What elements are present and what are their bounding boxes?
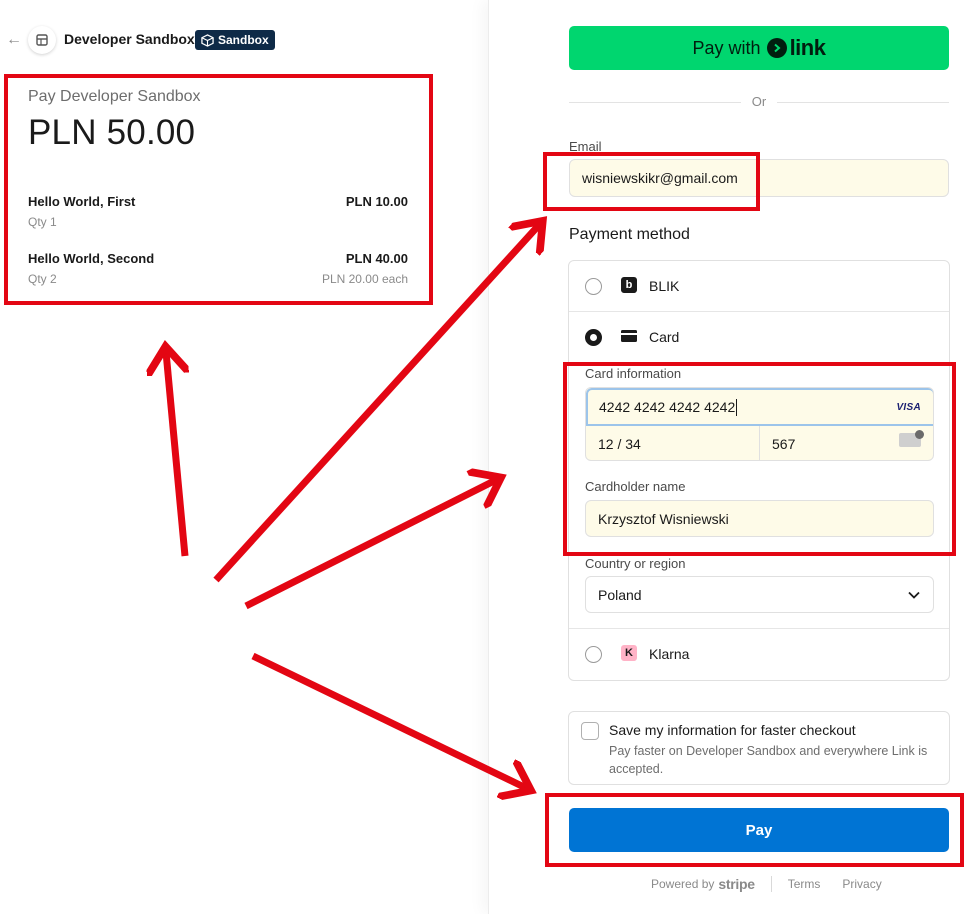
line-item-unit-price: PLN 20.00 each bbox=[321, 272, 408, 286]
email-field[interactable]: wisniewskikr@gmail.com bbox=[569, 159, 949, 197]
back-arrow-icon[interactable]: ← bbox=[6, 30, 22, 50]
line-item-name: Hello World, First bbox=[28, 194, 136, 209]
payment-option-blik[interactable]: b BLIK bbox=[569, 261, 949, 311]
klarna-radio[interactable] bbox=[585, 646, 602, 663]
pay-with-link-button[interactable]: Pay with link bbox=[569, 26, 949, 70]
save-info-checkbox[interactable] bbox=[581, 722, 599, 740]
klarna-label: Klarna bbox=[649, 646, 690, 662]
save-info-title: Save my information for faster checkout bbox=[609, 722, 856, 738]
line-item-name: Hello World, Second bbox=[28, 251, 155, 266]
card-number-value: 4242 4242 4242 4242 bbox=[599, 399, 736, 415]
merchant-name: Developer Sandbox bbox=[64, 31, 195, 47]
line-item: Hello World, Second PLN 40.00 Qty 2 PLN … bbox=[28, 251, 408, 291]
save-info-box: Save my information for faster checkout … bbox=[568, 711, 950, 785]
email-label: Email bbox=[569, 139, 602, 154]
stripe-logo: stripe bbox=[718, 876, 755, 892]
pay-button[interactable]: Pay bbox=[569, 808, 949, 852]
line-item-price: PLN 40.00 bbox=[345, 251, 408, 266]
pay-merchant-label: Pay Developer Sandbox bbox=[28, 88, 201, 105]
country-value: Poland bbox=[598, 586, 642, 603]
or-divider: Or bbox=[569, 92, 949, 112]
sandbox-badge-label: Sandbox bbox=[218, 33, 269, 47]
card-label: Card bbox=[649, 329, 680, 345]
link-brand-text: link bbox=[789, 35, 826, 60]
card-cvc-field[interactable]: 567 bbox=[760, 426, 933, 460]
sandbox-cube-icon bbox=[201, 33, 214, 47]
order-summary-pane: ← Developer Sandbox Sandbox Pay Develope… bbox=[0, 0, 488, 914]
blik-radio[interactable] bbox=[585, 278, 602, 295]
country-label: Country or region bbox=[585, 556, 686, 571]
blik-label: BLIK bbox=[649, 278, 680, 294]
store-icon bbox=[36, 34, 48, 46]
line-item-qty: Qty 2 bbox=[28, 272, 57, 286]
footer: Powered by stripe Terms Privacy bbox=[651, 876, 882, 892]
blik-icon: b bbox=[621, 277, 637, 293]
chevron-down-icon bbox=[908, 591, 920, 599]
line-item-price: PLN 10.00 bbox=[345, 194, 408, 209]
card-expiry-field[interactable]: 12 / 34 bbox=[586, 426, 760, 460]
visa-icon: VISA bbox=[896, 402, 921, 413]
terms-link[interactable]: Terms bbox=[788, 877, 821, 891]
cardholder-name-field[interactable]: Krzysztof Wisniewski bbox=[585, 500, 934, 537]
checkout-pane: Pay with link Or Email wisniewskikr@gmai… bbox=[488, 0, 976, 914]
sandbox-badge: Sandbox bbox=[195, 30, 275, 50]
payment-method-title: Payment method bbox=[569, 226, 690, 243]
total-amount: PLN 50.00 bbox=[28, 113, 196, 152]
card-information-label: Card information bbox=[585, 366, 682, 381]
privacy-link[interactable]: Privacy bbox=[842, 877, 881, 891]
line-item: Hello World, First PLN 10.00 Qty 1 bbox=[28, 194, 408, 234]
country-select[interactable]: Poland bbox=[585, 576, 934, 613]
payment-option-klarna[interactable]: K Klarna bbox=[569, 629, 949, 679]
card-number-field[interactable]: 4242 4242 4242 4242 VISA bbox=[586, 388, 933, 426]
card-cvc-value: 567 bbox=[772, 436, 796, 452]
klarna-icon: K bbox=[621, 645, 637, 661]
merchant-avatar bbox=[28, 26, 56, 54]
link-arrow-icon bbox=[766, 38, 787, 58]
cvc-icon bbox=[899, 430, 924, 447]
pay-with-link-label: Pay with bbox=[692, 37, 761, 58]
card-icon bbox=[621, 328, 637, 344]
card-radio[interactable] bbox=[585, 329, 602, 346]
line-item-qty: Qty 1 bbox=[28, 215, 57, 229]
link-logo: link bbox=[766, 35, 826, 61]
cardholder-name-label: Cardholder name bbox=[585, 479, 686, 494]
payment-methods-list: b BLIK Card Card information 4242 4242 4… bbox=[568, 260, 950, 681]
save-info-description: Pay faster on Developer Sandbox and ever… bbox=[609, 744, 928, 776]
card-information-group: 4242 4242 4242 4242 VISA 12 / 34 567 bbox=[585, 387, 934, 461]
payment-option-card[interactable]: Card bbox=[569, 312, 949, 362]
powered-by-label: Powered by bbox=[651, 877, 715, 891]
